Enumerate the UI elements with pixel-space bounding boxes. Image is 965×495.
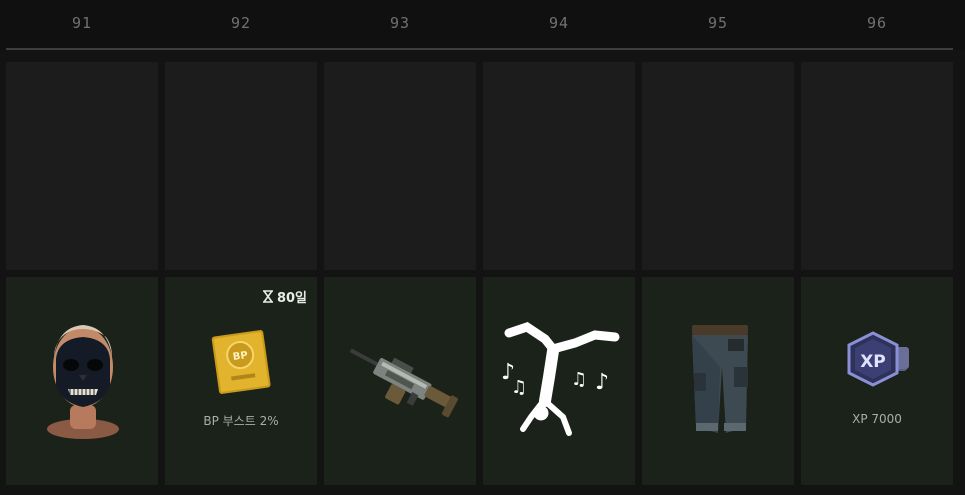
bp-boost-card-icon: BP xyxy=(211,330,271,394)
reward-slot-xp[interactable]: XP XP 7000 xyxy=(801,277,953,485)
locked-reward-slot[interactable] xyxy=(642,62,794,270)
level-header: 91 92 93 94 95 96 xyxy=(0,0,965,50)
level-number: 95 xyxy=(707,14,729,32)
reward-slot-pants[interactable] xyxy=(642,277,794,485)
locked-reward-slot[interactable] xyxy=(324,62,476,270)
reward-slot-face-paint[interactable] xyxy=(6,277,158,485)
level-number: 91 xyxy=(71,14,93,32)
locked-reward-slot[interactable] xyxy=(801,62,953,270)
reward-slot-emote[interactable]: ♪ ♫ ♫ ♪ xyxy=(483,277,635,485)
cargo-pants-icon xyxy=(692,325,748,433)
svg-text:XP: XP xyxy=(860,352,886,372)
svg-text:♫: ♫ xyxy=(511,377,527,398)
locked-reward-slot[interactable] xyxy=(165,62,317,270)
locked-reward-slot[interactable] xyxy=(6,62,158,270)
reward-label: BP 부스트 2% xyxy=(203,414,279,428)
reward-slot-weapon-skin[interactable] xyxy=(324,277,476,485)
level-number: 96 xyxy=(866,14,888,32)
skull-face-paint-icon xyxy=(47,325,119,439)
svg-text:BP: BP xyxy=(232,350,248,363)
breakdance-emote-icon: ♪ ♫ ♫ ♪ xyxy=(501,322,620,436)
xp-badge-icon: XP xyxy=(847,331,909,387)
reward-slot-bp-boost[interactable]: 80일 BP BP 부스트 2% xyxy=(165,277,317,485)
svg-text:♫: ♫ xyxy=(571,369,587,390)
level-number: 93 xyxy=(389,14,411,32)
machine-gun-skin-icon xyxy=(349,348,458,418)
level-number: 92 xyxy=(230,14,252,32)
level-number: 94 xyxy=(548,14,570,32)
header-divider xyxy=(6,48,953,50)
locked-reward-slot[interactable] xyxy=(483,62,635,270)
reward-label: XP 7000 xyxy=(852,412,902,426)
svg-text:♪: ♪ xyxy=(595,370,609,395)
